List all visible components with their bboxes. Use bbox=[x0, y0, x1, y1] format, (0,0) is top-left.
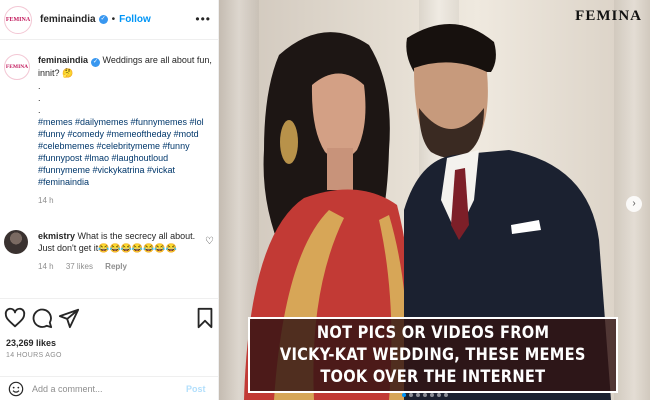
caption-dot-1: . bbox=[38, 81, 41, 91]
post-timestamp: 14 HOURS AGO bbox=[6, 352, 62, 359]
carousel-dot bbox=[416, 393, 420, 397]
likes-count[interactable]: 23,269 likes bbox=[6, 338, 56, 348]
headline-line-2: VICKY-KAT WEDDING, THESE MEMES bbox=[280, 345, 586, 365]
carousel-dot bbox=[409, 393, 413, 397]
carousel-dot bbox=[402, 393, 406, 397]
comment-text: ekmistry What is the secrecy all about. … bbox=[38, 230, 198, 254]
profile-username[interactable]: feminaindia bbox=[40, 14, 96, 25]
post-comment-button[interactable]: Post bbox=[186, 384, 206, 394]
carousel-dot bbox=[423, 393, 427, 397]
comment-meta: 14 h 37 likes Reply bbox=[38, 262, 216, 271]
add-comment-bar: Post bbox=[0, 376, 219, 400]
save-bookmark-icon[interactable] bbox=[194, 307, 216, 329]
caption-dot-3: . bbox=[38, 105, 41, 115]
emoji-smiley-icon[interactable] bbox=[8, 381, 24, 397]
more-options-icon[interactable]: ••• bbox=[195, 12, 211, 26]
comment-item: ekmistry What is the secrecy all about. … bbox=[4, 230, 216, 271]
like-heart-icon[interactable] bbox=[4, 307, 26, 329]
caption-hashtags[interactable]: #memes #dailymemes #funnymemes #lol #fun… bbox=[38, 116, 214, 188]
commenter-username[interactable]: ekmistry bbox=[38, 231, 75, 241]
headline-line-1: NOT PICS OR VIDEOS FROM bbox=[316, 323, 550, 343]
comment-likes[interactable]: 37 likes bbox=[66, 262, 93, 271]
comment-time: 14 h bbox=[38, 262, 54, 271]
caption-avatar[interactable]: FEMINA bbox=[4, 54, 30, 80]
comment-input[interactable] bbox=[32, 383, 182, 394]
comment-bubble-icon[interactable] bbox=[31, 307, 53, 329]
carousel-indicator bbox=[402, 393, 448, 397]
caption-username[interactable]: feminaindia bbox=[38, 55, 88, 65]
femina-watermark-logo: FEMINA bbox=[575, 8, 642, 24]
verified-badge-icon: ✓ bbox=[91, 58, 101, 67]
profile-avatar[interactable]: FEMINA bbox=[4, 5, 32, 34]
caption-time: 14 h bbox=[38, 196, 54, 205]
commenter-avatar[interactable] bbox=[4, 230, 28, 254]
follow-button[interactable]: Follow bbox=[119, 14, 151, 25]
post-header: FEMINA feminaindia ✓ • Follow ••• bbox=[0, 0, 219, 40]
verified-badge-icon: ✓ bbox=[98, 15, 108, 24]
caption-text: feminaindia ✓ Weddings are all about fun,… bbox=[38, 54, 214, 80]
caption-dot-2: . bbox=[38, 93, 41, 103]
separator-dot: • bbox=[111, 14, 116, 25]
caption-block: FEMINA feminaindia ✓ Weddings are all abo… bbox=[4, 54, 214, 205]
headline-line-3: TOOK OVER THE INTERNET bbox=[320, 367, 546, 387]
comment-like-heart-icon[interactable]: ♡ bbox=[205, 236, 214, 247]
carousel-dot bbox=[430, 393, 434, 397]
post-side-panel: FEMINA feminaindia ✓ • Follow ••• FEMINA… bbox=[0, 0, 219, 400]
next-image-arrow-icon[interactable]: › bbox=[626, 196, 642, 212]
carousel-dot bbox=[444, 393, 448, 397]
headline-banner: NOT PICS OR VIDEOS FROM VICKY-KAT WEDDIN… bbox=[248, 317, 618, 393]
comment-reply-button[interactable]: Reply bbox=[105, 262, 127, 271]
post-image[interactable]: FEMINA › NOT PICS OR VIDEOS FROM VICKY-K… bbox=[219, 0, 650, 400]
carousel-dot bbox=[437, 393, 441, 397]
share-paper-plane-icon[interactable] bbox=[58, 307, 80, 329]
post-actions-bar bbox=[0, 298, 219, 338]
